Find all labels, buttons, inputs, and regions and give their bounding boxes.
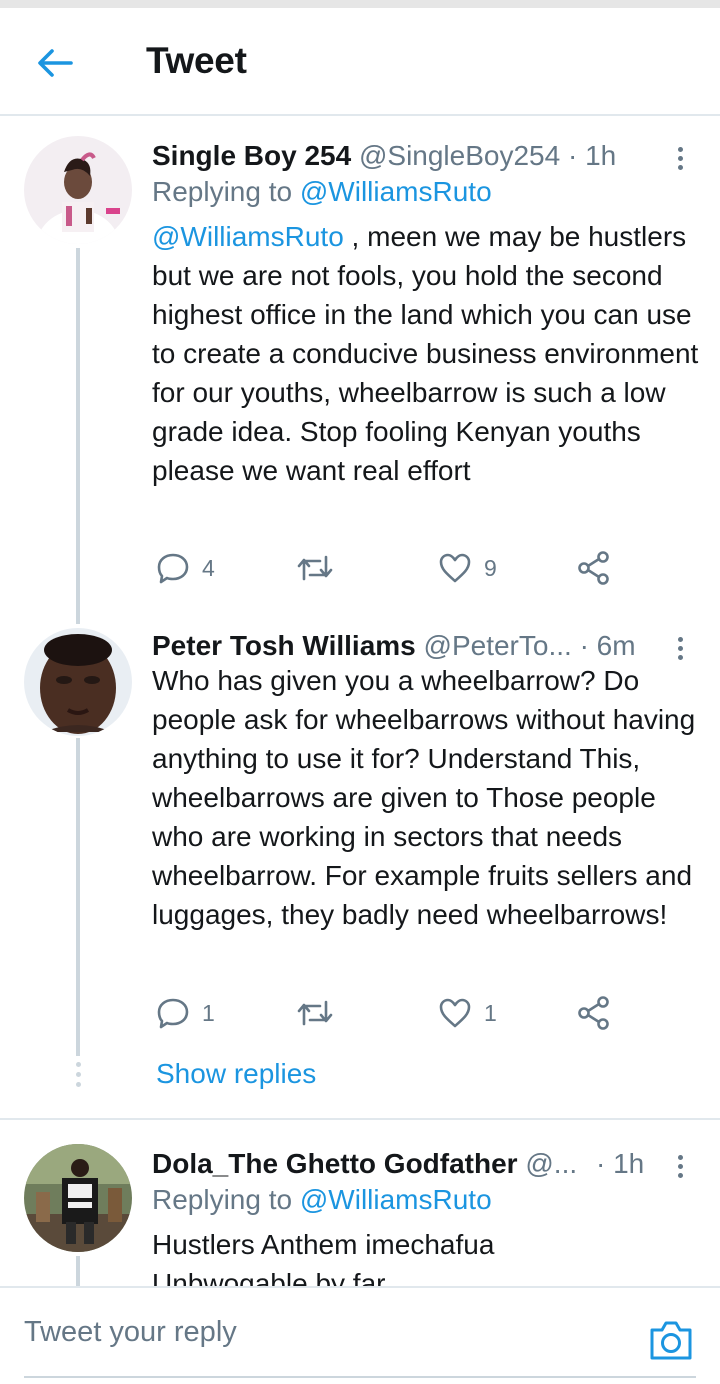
share-icon (578, 996, 609, 1030)
display-name[interactable]: Peter Tosh Williams (152, 630, 416, 661)
tweet-header: Peter Tosh Williams @PeterTo... · 6m (152, 626, 682, 666)
like-count: 9 (484, 554, 497, 581)
camera-icon (650, 1321, 692, 1360)
replying-to-link[interactable]: @WilliamsRuto (300, 176, 492, 207)
page-title: Tweet (146, 40, 247, 81)
user-handle[interactable]: @PeterTo... (424, 630, 572, 661)
more-dots-icon (677, 146, 683, 152)
share-button[interactable] (578, 991, 610, 1035)
tweet-body-text: , meen we may be hustlers but we are not… (152, 221, 699, 486)
heart-icon (439, 998, 471, 1028)
tweet-body-text: Who has given you a wheelbarrow? Do peop… (152, 665, 696, 930)
avatar[interactable] (24, 628, 132, 736)
tweet-actions: 4 9 (152, 546, 632, 590)
replying-to: Replying to @WilliamsRuto (152, 1184, 492, 1215)
tweet-time: · 1h (596, 1148, 645, 1179)
reply-count: 4 (202, 554, 215, 581)
reply-input[interactable] (24, 1316, 624, 1349)
replying-to-link[interactable]: @WilliamsRuto (300, 1184, 492, 1215)
tweet-item[interactable]: Peter Tosh Williams @PeterTo... · 6m Who… (0, 626, 720, 1106)
mention-link[interactable]: @WilliamsRuto (152, 221, 344, 252)
thread-line (76, 1256, 80, 1286)
display-name[interactable]: Dola_The Ghetto Godfather (152, 1148, 518, 1179)
tweet-body-line: Hustlers Anthem imechafua (152, 1229, 495, 1260)
like-count: 1 (484, 999, 497, 1026)
reply-button[interactable]: 1 (156, 991, 215, 1035)
reply-button[interactable]: 4 (156, 546, 215, 590)
more-dots-icon (677, 1154, 683, 1160)
back-button[interactable] (30, 38, 80, 88)
show-replies-link[interactable]: Show replies (156, 1058, 316, 1090)
retweet-icon (297, 555, 333, 581)
more-options-button[interactable] (662, 140, 698, 176)
thread-line (76, 738, 80, 1056)
user-handle[interactable]: @... (525, 1148, 577, 1179)
like-button[interactable]: 1 (438, 991, 497, 1035)
like-button[interactable]: 9 (438, 546, 497, 590)
tweet-text: Hustlers Anthem imechafua Unbwogable by … (152, 1225, 707, 1286)
tweet-body-line: Unbwogable by far (152, 1268, 386, 1286)
retweet-icon (297, 1000, 333, 1026)
display-name[interactable]: Single Boy 254 (152, 140, 351, 171)
more-options-button[interactable] (662, 1148, 698, 1184)
avatar[interactable] (24, 136, 132, 244)
thread-more-dots (74, 1062, 82, 1092)
thread-line (76, 248, 80, 624)
tweet-time: · 1h (567, 140, 617, 171)
heart-icon (439, 553, 471, 583)
replying-to: Replying to @WilliamsRuto (152, 176, 492, 207)
tweet-actions: 1 1 (152, 991, 632, 1035)
share-button[interactable] (578, 546, 610, 590)
back-arrow-icon (38, 49, 73, 77)
more-dots-icon (677, 636, 683, 642)
status-strip (0, 0, 720, 8)
header-bar: Tweet (0, 8, 720, 116)
user-handle[interactable]: @SingleBoy254 (359, 140, 560, 171)
reply-composer (0, 1286, 720, 1384)
reply-count: 1 (202, 999, 215, 1026)
divider (0, 1118, 720, 1120)
retweet-button[interactable] (296, 991, 334, 1035)
tweet-time: · 6m (579, 630, 636, 661)
tweet-text: @WilliamsRuto , meen we may be hustlers … (152, 217, 707, 490)
reply-icon (157, 998, 189, 1029)
camera-button[interactable] (648, 1318, 694, 1362)
tweet-item[interactable]: Single Boy 254 @SingleBoy254 · 1h Replyi… (0, 136, 720, 624)
tweet-header: Single Boy 254 @SingleBoy254 · 1h (152, 136, 682, 176)
reply-input-underline (24, 1376, 696, 1378)
share-icon (578, 551, 609, 585)
avatar[interactable] (24, 1144, 132, 1252)
retweet-button[interactable] (296, 546, 334, 590)
reply-icon (157, 553, 189, 584)
tweet-item[interactable]: Dola_The Ghetto Godfather @... · 1h Repl… (0, 1144, 720, 1286)
